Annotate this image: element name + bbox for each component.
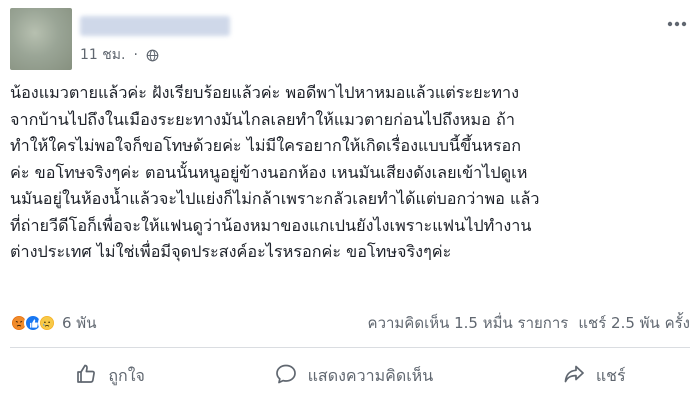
post-timestamp[interactable]: 11 ชม. [80,44,125,66]
post-text-line: จากบ้านไปถึงในเมืองระยะทางมันไกลเลยทำให้… [10,109,515,129]
post-text-line: ที่ถ่ายวีดีโอก็เพื่อจะให้แฟนดูว่าน้องหมา… [10,215,532,235]
meta-separator: · [133,47,138,63]
post-meta: 11 ชม. · [80,44,159,66]
comment-bubble-icon [274,362,298,390]
post-header: 11 ชม. · [10,8,690,70]
divider [10,347,690,348]
comment-label: แสดงความคิดเห็น [307,365,434,385]
post-text-line: ค่ะ ขอโทษจริงๆค่ะ ตอนนั้นหนูอยู่ข้างนอกห… [10,162,528,182]
reactions-summary[interactable]: 6 พัน [10,311,96,335]
like-button[interactable]: ถูกใจ [64,356,155,396]
thumbs-up-icon [74,362,98,390]
post-text-line: น้องแมวตายแล้วค่ะ ฝังเรียบร้อยแล้วค่ะ พอ… [10,83,519,102]
post-text-line: นมันอยู่ในห้องน้ำแล้วจะไปแย่งก็ไม่กล้าเพ… [10,189,540,208]
post-text-line: ต่างประเทศ ไม่ใช่เพื่อมีจุดประสงค์อะไรหร… [10,242,452,261]
share-label: แชร์ [595,365,626,385]
globe-icon[interactable] [146,49,159,62]
more-options-icon[interactable] [664,16,690,32]
author-name-redacted[interactable] [80,16,230,36]
comments-count[interactable]: ความคิดเห็น 1.5 หมื่น รายการ [368,311,569,335]
avatar[interactable] [10,8,72,70]
post-body: น้องแมวตายแล้วค่ะ ฝังเรียบร้อยแล้วค่ะ พอ… [10,80,690,266]
shares-count[interactable]: แชร์ 2.5 พัน ครั้ง [578,311,690,335]
facebook-post: 11 ชม. · น้องแมวตายแล้วค่ะ ฝังเรียบร้อยแ… [0,0,700,404]
post-stats: 6 พัน ความคิดเห็น 1.5 หมื่น รายการ แชร์ … [10,311,690,335]
share-button[interactable]: แชร์ [552,356,636,396]
post-actions: ถูกใจ แสดงความคิดเห็น แชร์ [10,355,690,397]
like-label: ถูกใจ [108,365,145,385]
sad-icon [38,314,56,332]
post-text-line: ทำให้ใครไม่พอใจก็ขอโทษด้วยค่ะ ไม่มีใครอย… [10,136,522,155]
reactions-count[interactable]: 6 พัน [62,311,96,335]
comment-button[interactable]: แสดงความคิดเห็น [264,356,444,396]
share-arrow-icon [562,362,586,390]
